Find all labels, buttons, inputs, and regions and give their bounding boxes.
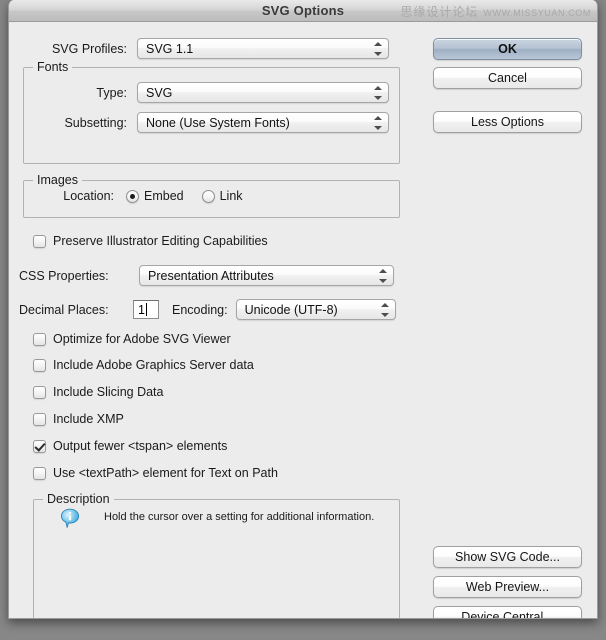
svg-profiles-select[interactable]: SVG 1.1 — [137, 38, 389, 59]
decimal-places-input[interactable]: 1 — [133, 300, 159, 319]
checkbox-label: Optimize for Adobe SVG Viewer — [53, 332, 231, 346]
chevron-updown-icon — [374, 41, 383, 57]
checkbox-output-fewer-tspan-elements[interactable]: Output fewer <tspan> elements — [33, 439, 227, 453]
svg-options-dialog: SVG Options 思缘设计论坛 WWW.MISSYUAN.COM SVG … — [8, 0, 598, 619]
encoding-value: Unicode (UTF-8) — [244, 302, 338, 317]
font-type-value: SVG — [146, 85, 173, 100]
radio-link-indicator — [201, 189, 215, 203]
css-properties-select[interactable]: Presentation Attributes — [139, 265, 394, 286]
title-bar[interactable]: SVG Options 思缘设计论坛 WWW.MISSYUAN.COM — [9, 0, 597, 22]
description-text: Hold the cursor over a setting for addit… — [104, 511, 375, 523]
font-type-label: Type: — [96, 85, 127, 100]
chevron-updown-icon — [380, 302, 390, 318]
checkbox-indicator — [33, 412, 46, 426]
checkbox-indicator — [33, 385, 46, 399]
image-location-label: Location: — [63, 189, 114, 203]
images-group-title: Images — [33, 173, 82, 187]
css-properties-label: CSS Properties: — [19, 268, 109, 283]
checkbox-use-textpath-element-for-text-on-path[interactable]: Use <textPath> element for Text on Path — [33, 466, 278, 480]
device-central-button[interactable]: Device Central... — [433, 606, 582, 618]
font-subsetting-row: Subsetting: None (Use System Fonts) — [19, 112, 404, 133]
chevron-updown-icon — [374, 115, 383, 131]
font-type-row: Type: SVG — [19, 82, 404, 103]
checkbox-include-slicing-data[interactable]: Include Slicing Data — [33, 385, 163, 399]
checkbox-indicator — [33, 466, 46, 480]
checkbox-label: Use <textPath> element for Text on Path — [53, 466, 278, 480]
decimal-places-value: 1 — [138, 302, 145, 317]
checkbox-indicator — [33, 358, 46, 372]
checkbox-include-xmp[interactable]: Include XMP — [33, 412, 124, 426]
font-type-select[interactable]: SVG — [137, 82, 389, 103]
css-properties-row: CSS Properties: Presentation Attributes — [19, 265, 404, 286]
encoding-select[interactable]: Unicode (UTF-8) — [235, 299, 396, 320]
watermark: 思缘设计论坛 WWW.MISSYUAN.COM — [400, 3, 591, 20]
radio-embed-label: Embed — [144, 189, 184, 203]
radio-link[interactable]: Link — [201, 189, 243, 203]
font-subsetting-select[interactable]: None (Use System Fonts) — [137, 112, 389, 133]
checkbox-include-adobe-graphics-server-data[interactable]: Include Adobe Graphics Server data — [33, 358, 254, 372]
chevron-updown-icon — [374, 85, 383, 101]
font-subsetting-label: Subsetting: — [64, 115, 127, 130]
radio-link-label: Link — [219, 189, 243, 203]
svg-profiles-value: SVG 1.1 — [146, 41, 194, 56]
checkbox-optimize-for-adobe-svg-viewer[interactable]: Optimize for Adobe SVG Viewer — [33, 332, 231, 346]
info-icon — [60, 508, 82, 530]
checkbox-label: Include Adobe Graphics Server data — [53, 358, 254, 372]
checkbox-label: Preserve Illustrator Editing Capabilitie… — [53, 234, 268, 248]
fonts-group-title: Fonts — [33, 60, 73, 74]
checkbox-indicator — [33, 332, 46, 346]
text-caret — [145, 303, 147, 316]
dialog-body: SVG Profiles: SVG 1.1 Fonts Type: SVG Su… — [9, 22, 597, 618]
watermark-url: WWW.MISSYUAN.COM — [483, 8, 591, 18]
less-options-button[interactable]: Less Options — [433, 111, 582, 133]
web-preview-button[interactable]: Web Preview... — [433, 576, 582, 598]
checkbox-label: Include Slicing Data — [53, 385, 164, 399]
checkbox-indicator — [33, 439, 46, 453]
image-location-row: Location: Embed Link — [19, 189, 404, 203]
watermark-forum-name: 思缘设计论坛 — [400, 5, 479, 19]
image-location-radio-group: Embed Link — [126, 189, 243, 203]
radio-embed-indicator — [126, 189, 139, 203]
ok-button[interactable]: OK — [433, 38, 582, 60]
svg-profiles-row: SVG Profiles: SVG 1.1 — [19, 38, 404, 59]
decimal-places-label: Decimal Places: — [19, 302, 109, 317]
font-subsetting-value: None (Use System Fonts) — [146, 115, 290, 130]
svg-profiles-label: SVG Profiles: — [51, 41, 127, 56]
checkbox-preserve-illustrator-editing-capabilities[interactable]: Preserve Illustrator Editing Capabilitie… — [33, 234, 268, 248]
checkbox-label: Include XMP — [53, 412, 124, 426]
show-svg-code-button[interactable]: Show SVG Code... — [433, 546, 582, 568]
description-group-title: Description — [43, 492, 114, 506]
encoding-label: Encoding: — [172, 302, 228, 317]
checkbox-indicator — [33, 234, 46, 248]
css-properties-value: Presentation Attributes — [148, 268, 274, 283]
cancel-button[interactable]: Cancel — [433, 67, 582, 89]
decimal-encoding-row: Decimal Places: 1 Encoding: Unicode (UTF… — [19, 299, 404, 320]
chevron-updown-icon — [379, 268, 388, 284]
radio-embed[interactable]: Embed — [126, 189, 184, 203]
checkbox-label: Output fewer <tspan> elements — [53, 439, 228, 453]
